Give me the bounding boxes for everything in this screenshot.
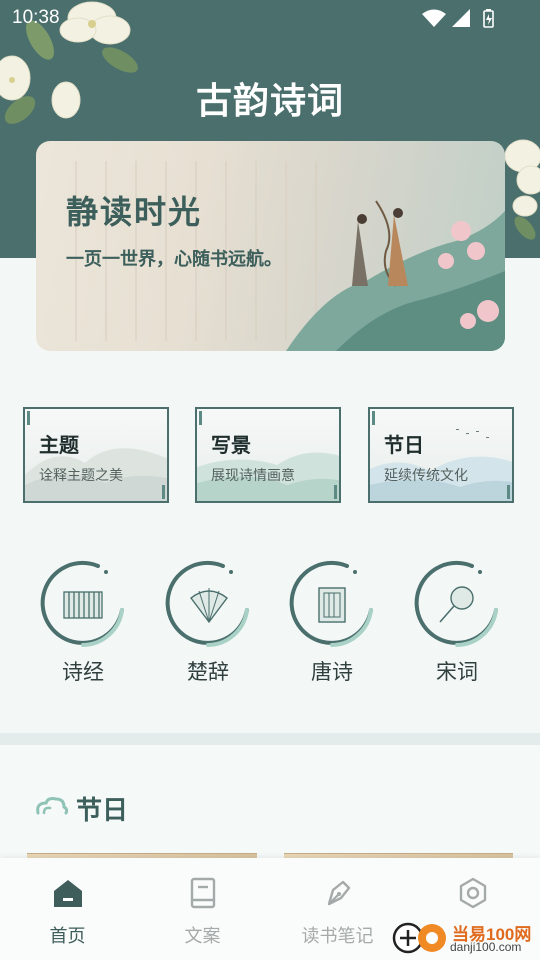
cloud-icon (36, 797, 69, 815)
hexagon-settings-icon (459, 877, 486, 909)
card-corner-mark (162, 485, 165, 499)
category-subtitle: 延续传统文化 (384, 468, 468, 484)
card-corner-mark (27, 411, 30, 425)
collection-label: 宋词 (436, 660, 478, 684)
wifi-icon (422, 9, 446, 27)
section-title: 节日 (76, 796, 129, 826)
banner-subtitle: 一页一世界，心随书远航。 (66, 249, 282, 270)
status-time: 10:38 (12, 7, 60, 28)
book-icon (190, 877, 215, 909)
category-title: 主题 (39, 433, 79, 457)
round-fan-icon (414, 560, 498, 647)
card-corner-mark (199, 411, 202, 425)
tab-copywriting[interactable]: 文案 (135, 858, 270, 960)
tab-label: 文案 (184, 926, 221, 946)
watermark-logo-icon (392, 922, 446, 954)
collection-label: 唐诗 (311, 660, 353, 684)
home-icon (53, 880, 82, 907)
collection-tangshi[interactable]: 唐诗 (287, 560, 377, 684)
collection-chuci[interactable]: 楚辞 (163, 560, 253, 684)
status-bar: 10:38 (0, 0, 540, 36)
card-corner-mark (372, 411, 375, 425)
site-watermark: 当易100网 danji100.com (392, 918, 538, 958)
hero-banner[interactable]: 静读时光 一页一世界，心随书远航。 (36, 141, 505, 351)
tab-label: 读书笔记 (301, 926, 374, 946)
festival-section: 节日 (0, 745, 540, 865)
pen-icon (327, 880, 350, 906)
app-title: 古韵诗词 (195, 80, 344, 122)
category-card-festival[interactable]: 节日 延续传统文化 (368, 407, 514, 503)
card-corner-mark (334, 485, 337, 499)
banner-title: 静读时光 (66, 193, 203, 231)
category-subtitle: 诠释主题之美 (39, 468, 123, 484)
section-divider (0, 733, 540, 745)
collection-label: 诗经 (62, 660, 104, 684)
category-subtitle: 展现诗情画意 (211, 468, 295, 484)
bamboo-scroll-icon (40, 560, 124, 647)
folding-fan-icon (165, 560, 249, 647)
category-title: 节日 (384, 433, 424, 457)
collection-songci[interactable]: 宋词 (412, 560, 502, 684)
battery-icon (483, 9, 494, 28)
category-title: 写景 (211, 433, 251, 457)
book-icon (289, 560, 373, 647)
collection-label: 楚辞 (187, 660, 229, 684)
card-corner-mark (507, 485, 510, 499)
category-card-theme[interactable]: 主题 诠释主题之美 (23, 407, 169, 503)
signal-icon (452, 9, 470, 27)
category-card-scenery[interactable]: 写景 展现诗情画意 (195, 407, 341, 503)
tab-reading-notes[interactable]: 读书笔记 (270, 858, 405, 960)
collection-shijing[interactable]: 诗经 (38, 560, 128, 684)
status-icons (422, 9, 494, 28)
tab-label: 首页 (49, 926, 86, 946)
watermark-url: danji100.com (450, 940, 522, 954)
tab-home[interactable]: 首页 (0, 858, 135, 960)
